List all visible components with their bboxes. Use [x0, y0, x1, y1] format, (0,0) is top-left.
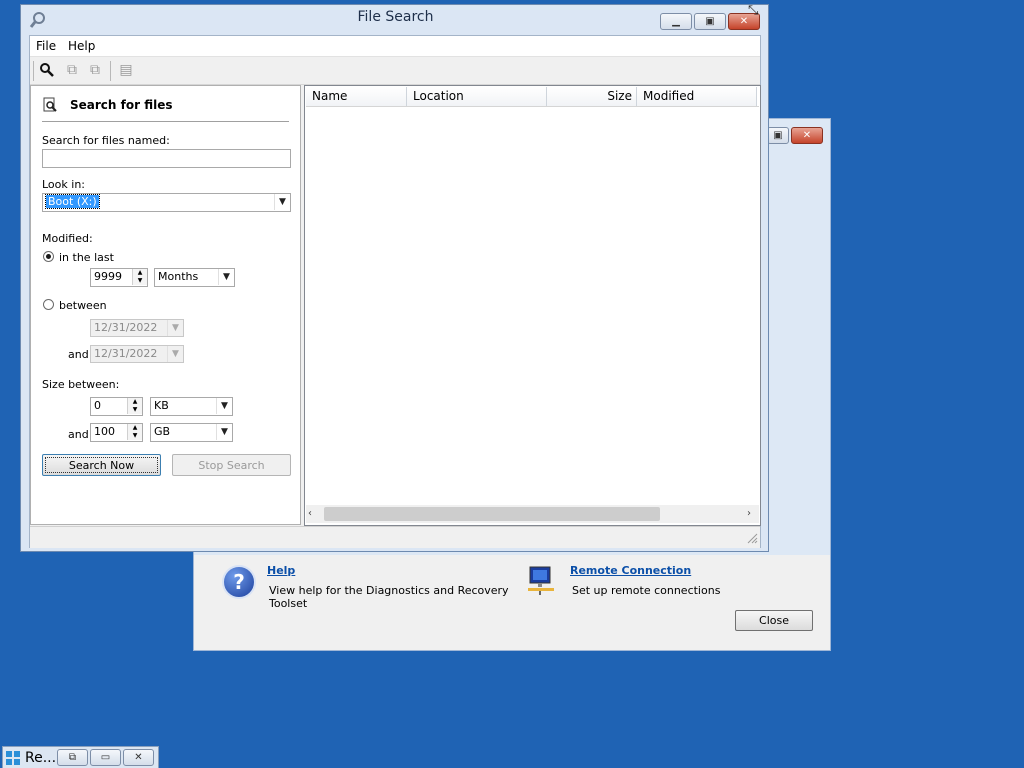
- date-to-picker[interactable]: 12/31/2022 ▼: [90, 345, 184, 363]
- between-radio[interactable]: [43, 299, 54, 310]
- resize-arrow-icon: ⤡: [748, 3, 759, 18]
- bg-maximize-button[interactable]: ▣: [767, 127, 789, 144]
- search-panel: Search for files Search for files named:…: [30, 85, 301, 525]
- size-min-value: 0: [94, 399, 101, 412]
- file-name-input[interactable]: [42, 149, 291, 168]
- help-question-icon: ?: [222, 565, 256, 599]
- date-from-picker[interactable]: 12/31/2022 ▼: [90, 319, 184, 337]
- between-label: between: [59, 299, 107, 312]
- date-from-value: 12/31/2022: [94, 321, 158, 334]
- help-description-line2: Toolset: [269, 597, 308, 610]
- chevron-down-icon: ▼: [218, 269, 234, 285]
- search-now-button[interactable]: Search Now: [42, 454, 161, 476]
- window-client-area: File Help ⧉ ⧉ ▤ Search for files Search …: [29, 35, 761, 548]
- look-in-selected-value: Boot (X:): [45, 194, 100, 209]
- time-unit-value: Months: [158, 270, 199, 283]
- remote-connection-description: Set up remote connections: [572, 584, 721, 597]
- date-to-value: 12/31/2022: [94, 347, 158, 360]
- bg-close-button[interactable]: ✕: [791, 127, 823, 144]
- size-min-stepper[interactable]: 0 ▲ ▼: [90, 397, 143, 416]
- spinner-arrows-icon[interactable]: ▲ ▼: [132, 269, 147, 285]
- file-search-window: File Search ▁ ▣ ✕ ⤡ File Help ⧉ ⧉ ▤ Sear…: [20, 3, 769, 552]
- column-header-modified[interactable]: Modified: [637, 87, 757, 106]
- column-header-name[interactable]: Name: [306, 87, 407, 106]
- in-the-last-stepper[interactable]: 9999 ▲ ▼: [90, 268, 148, 287]
- size-max-value: 100: [94, 425, 115, 438]
- size-max-unit-value: GB: [154, 425, 171, 438]
- chevron-down-icon: ▼: [167, 320, 183, 336]
- look-in-label: Look in:: [42, 178, 85, 191]
- menu-file[interactable]: File: [36, 39, 56, 53]
- named-label: Search for files named:: [42, 134, 170, 147]
- close-button[interactable]: Close: [735, 610, 813, 631]
- search-toolbar-icon[interactable]: [38, 61, 56, 79]
- chevron-down-icon: ▼: [216, 424, 232, 440]
- date-and-label: and: [68, 348, 89, 361]
- heading-divider: [42, 121, 289, 122]
- move-files-icon[interactable]: ⧉: [86, 61, 104, 79]
- modified-label: Modified:: [42, 232, 93, 245]
- time-unit-select[interactable]: Months ▼: [154, 268, 235, 287]
- size-between-label: Size between:: [42, 378, 120, 391]
- search-panel-heading: Search for files: [70, 98, 173, 112]
- properties-icon[interactable]: ▤: [117, 61, 135, 79]
- size-min-unit-select[interactable]: KB ▼: [150, 397, 233, 416]
- in-the-last-radio[interactable]: [43, 251, 54, 262]
- menu-bar: File Help: [30, 36, 760, 57]
- help-link[interactable]: Help: [267, 564, 295, 577]
- scrollbar-thumb[interactable]: [324, 507, 660, 521]
- menu-help[interactable]: Help: [68, 39, 95, 53]
- spinner-arrows-icon[interactable]: ▲ ▼: [127, 398, 142, 414]
- in-the-last-label: in the last: [59, 251, 114, 264]
- toolbar: ⧉ ⧉ ▤: [30, 57, 760, 85]
- horizontal-scrollbar[interactable]: ‹ ›: [306, 505, 759, 523]
- taskbar-item[interactable]: Re... ⧉ ▭ ✕: [2, 746, 159, 768]
- scroll-right-icon[interactable]: ›: [747, 508, 759, 520]
- size-min-unit-value: KB: [154, 399, 169, 412]
- search-document-icon: [42, 97, 58, 113]
- stop-search-button[interactable]: Stop Search: [172, 454, 291, 476]
- taskbar-restore-button[interactable]: ⧉: [57, 749, 88, 766]
- in-the-last-value: 9999: [94, 270, 122, 283]
- column-header-size[interactable]: Size: [547, 87, 637, 106]
- size-max-stepper[interactable]: 100 ▲ ▼: [90, 423, 143, 442]
- toolbar-separator: [33, 61, 34, 81]
- toolbar-separator: [110, 61, 111, 81]
- scroll-left-icon[interactable]: ‹: [308, 508, 320, 520]
- background-window-content: ? Help View help for the Diagnostics and…: [202, 555, 822, 642]
- taskbar-label: Re...: [25, 750, 57, 766]
- taskbar-maximize-button[interactable]: ▭: [90, 749, 121, 766]
- header-divider: [306, 106, 759, 107]
- chevron-down-icon: ▼: [216, 398, 232, 414]
- spinner-arrows-icon[interactable]: ▲ ▼: [127, 424, 142, 440]
- minimize-button[interactable]: ▁: [660, 13, 692, 30]
- help-description-line1: View help for the Diagnostics and Recove…: [269, 584, 509, 597]
- look-in-select[interactable]: Boot (X:) ▼: [42, 193, 291, 212]
- size-and-label: and: [68, 428, 89, 441]
- taskbar-close-button[interactable]: ✕: [123, 749, 154, 766]
- results-list[interactable]: Name Location Size Modified ‹ ›: [304, 85, 761, 526]
- copy-files-icon[interactable]: ⧉: [63, 61, 81, 79]
- column-header-location[interactable]: Location: [407, 87, 547, 106]
- app-grid-icon: [6, 751, 20, 765]
- chevron-down-icon: ▼: [167, 346, 183, 362]
- remote-computer-icon: [526, 565, 556, 597]
- chevron-down-icon: ▼: [274, 194, 290, 210]
- size-max-unit-select[interactable]: GB ▼: [150, 423, 233, 442]
- status-bar: [30, 526, 760, 548]
- maximize-button[interactable]: ▣: [694, 13, 726, 30]
- remote-connection-link[interactable]: Remote Connection: [570, 564, 691, 577]
- resize-grip-icon[interactable]: [746, 532, 758, 544]
- window-title: File Search: [357, 9, 434, 25]
